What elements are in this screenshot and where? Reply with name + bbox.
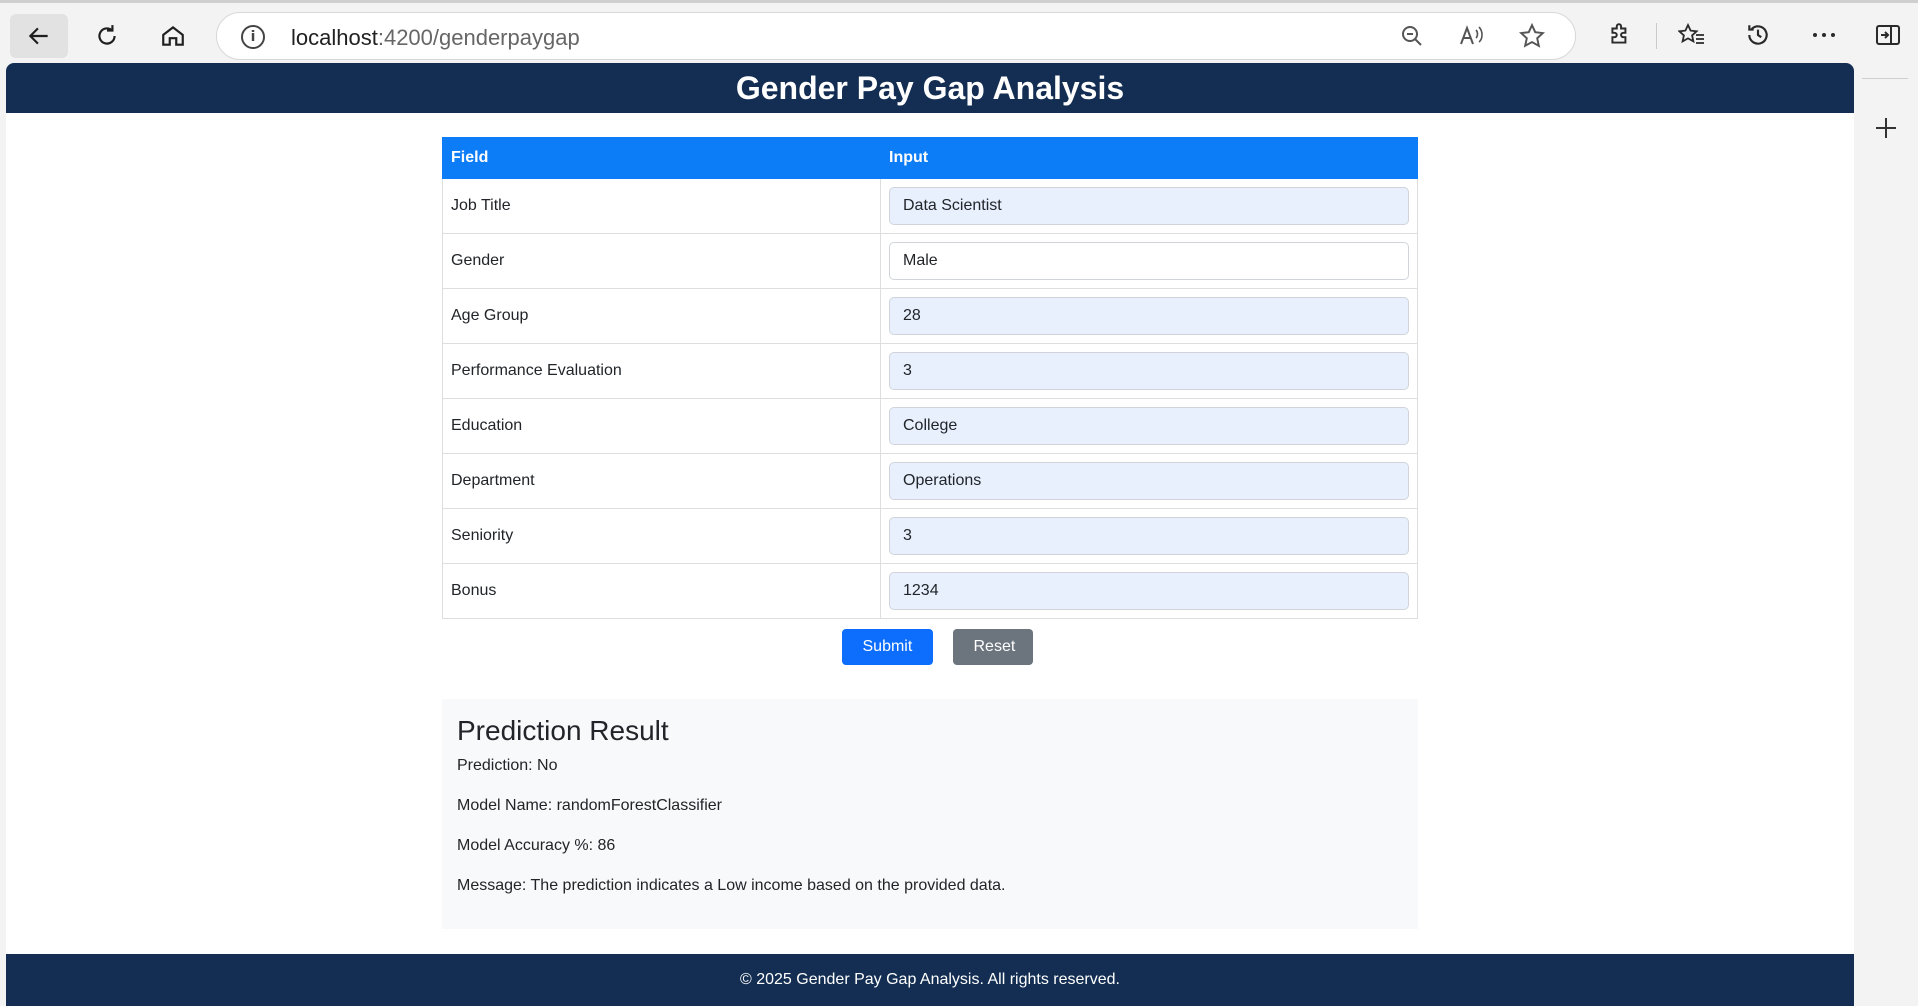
url-host: localhost — [291, 25, 378, 50]
table-row: Bonus — [442, 563, 1418, 619]
reset-button[interactable]: Reset — [952, 629, 1033, 665]
home-button[interactable] — [144, 14, 202, 58]
column-header-field: Field — [442, 137, 881, 179]
arrow-left-icon — [28, 27, 48, 45]
table-row: Education — [442, 398, 1418, 454]
favorites-icon[interactable] — [1672, 15, 1712, 55]
seniority-input[interactable] — [889, 517, 1409, 555]
star-icon[interactable] — [1517, 21, 1547, 51]
input-form-table: Field Input Job Title Gender Age Group P… — [442, 137, 1418, 619]
result-title: Prediction Result — [457, 715, 669, 746]
education-input[interactable] — [889, 407, 1409, 445]
model-accuracy-text: Model Accuracy %: 86 — [457, 837, 616, 854]
table-header-row: Field Input — [442, 137, 1418, 179]
read-aloud-icon[interactable] — [1457, 21, 1487, 51]
message-text: Message: The prediction indicates a Low … — [457, 877, 1006, 894]
more-icon[interactable] — [1804, 15, 1844, 55]
reload-icon — [98, 25, 116, 45]
web-page: Gender Pay Gap Analysis Field Input Job … — [6, 63, 1854, 1006]
form-actions: Submit Reset — [6, 629, 1854, 665]
field-label-job-title: Job Title — [442, 178, 881, 234]
page-footer: © 2025 Gender Pay Gap Analysis. All righ… — [6, 954, 1854, 1006]
sidebar-divider — [1862, 78, 1908, 79]
field-label-bonus: Bonus — [442, 563, 881, 619]
field-label-department: Department — [442, 453, 881, 509]
field-label-seniority: Seniority — [442, 508, 881, 564]
url-text[interactable]: localhost:4200/genderpaygap — [291, 25, 580, 51]
table-row: Seniority — [442, 508, 1418, 564]
prediction-result-panel: Prediction Result Prediction: No Model N… — [442, 699, 1418, 929]
prediction-text: Prediction: No — [457, 757, 558, 774]
reload-button[interactable] — [78, 14, 136, 58]
address-bar[interactable]: i localhost:4200/genderpaygap — [216, 12, 1576, 60]
sidebar-icon[interactable] — [1868, 15, 1908, 55]
browser-toolbar: i localhost:4200/genderpaygap — [0, 0, 1918, 66]
url-path: :4200/genderpaygap — [377, 25, 580, 50]
table-row: Department — [442, 453, 1418, 509]
back-button[interactable] — [10, 14, 68, 58]
table-row: Age Group — [442, 288, 1418, 344]
table-row: Performance Evaluation — [442, 343, 1418, 399]
performance-evaluation-input[interactable] — [889, 352, 1409, 390]
home-icon — [162, 25, 184, 46]
page-title: Gender Pay Gap Analysis — [735, 69, 1125, 106]
zoom-out-icon[interactable] — [1397, 21, 1427, 51]
submit-button[interactable]: Submit — [841, 629, 933, 665]
table-row: Job Title — [442, 178, 1418, 234]
page-header: Gender Pay Gap Analysis — [6, 63, 1854, 113]
plus-icon[interactable] — [1868, 110, 1904, 146]
bonus-input[interactable] — [889, 572, 1409, 610]
history-icon[interactable] — [1738, 15, 1778, 55]
job-title-input[interactable] — [889, 187, 1409, 225]
field-label-age-group: Age Group — [442, 288, 881, 344]
gender-input[interactable] — [889, 242, 1409, 280]
puzzle-icon[interactable] — [1600, 15, 1640, 55]
footer-text: © 2025 Gender Pay Gap Analysis. All righ… — [740, 971, 1120, 988]
table-row: Gender — [442, 233, 1418, 289]
field-label-performance-evaluation: Performance Evaluation — [442, 343, 881, 399]
browser-sidebar — [1854, 66, 1918, 1006]
info-icon[interactable]: i — [241, 25, 265, 49]
toolbar-divider — [1656, 23, 1657, 49]
model-name-text: Model Name: randomForestClassifier — [457, 797, 722, 814]
department-input[interactable] — [889, 462, 1409, 500]
field-label-education: Education — [442, 398, 881, 454]
age-group-input[interactable] — [889, 297, 1409, 335]
field-label-gender: Gender — [442, 233, 881, 289]
column-header-input: Input — [880, 137, 1418, 179]
